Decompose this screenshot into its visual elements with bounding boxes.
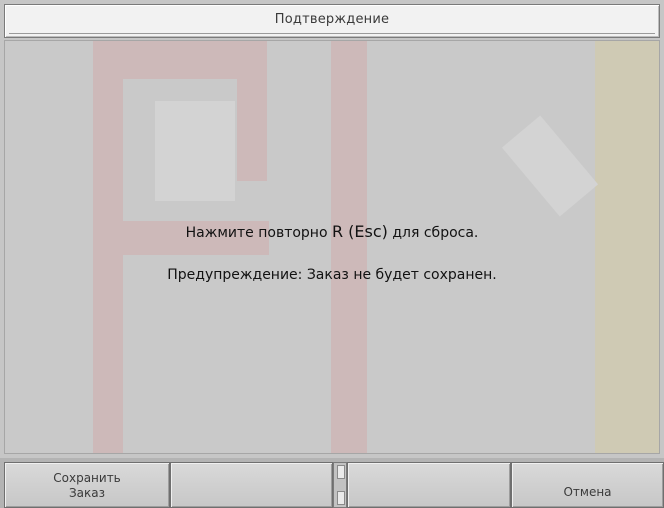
save-order-label: Сохранить Заказ xyxy=(5,471,169,501)
function-key-3[interactable] xyxy=(347,462,511,508)
title-underline xyxy=(9,33,655,34)
divider-notch xyxy=(337,465,345,479)
cancel-label: Отмена xyxy=(563,485,612,499)
dialog-body: Нажмите повторно R (Esc) для сброса. Пре… xyxy=(4,40,660,454)
reset-key-label: R (Esc) xyxy=(331,222,388,241)
save-order-label-line1: Сохранить xyxy=(53,471,121,485)
watermark-shape xyxy=(155,101,235,201)
function-key-bar: Сохранить Заказ Отмена xyxy=(0,458,664,508)
title-bar: Подтверждение xyxy=(4,4,660,38)
instruction-prefix: Нажмите повторно xyxy=(185,225,332,241)
save-order-label-line2: Заказ xyxy=(68,486,106,500)
toolbar-divider xyxy=(333,462,347,508)
watermark-shape xyxy=(237,41,267,181)
save-order-button[interactable]: Сохранить Заказ xyxy=(4,462,170,508)
watermark-shape xyxy=(501,115,599,217)
reset-instruction: Нажмите повторно R (Esc) для сброса. xyxy=(5,222,659,243)
warning-text: Предупреждение: Заказ не будет сохранен. xyxy=(167,267,497,283)
cancel-button[interactable]: Отмена xyxy=(511,462,664,508)
watermark-shape xyxy=(123,41,263,79)
function-key-2[interactable] xyxy=(170,462,333,508)
instruction-suffix: для сброса. xyxy=(387,225,479,241)
message-block: Нажмите повторно R (Esc) для сброса. Пре… xyxy=(5,222,659,285)
divider-notch xyxy=(337,491,345,505)
confirmation-screen: Подтверждение Нажмите повторно R (Esc) д… xyxy=(0,0,664,508)
window-title: Подтверждение xyxy=(274,12,390,27)
